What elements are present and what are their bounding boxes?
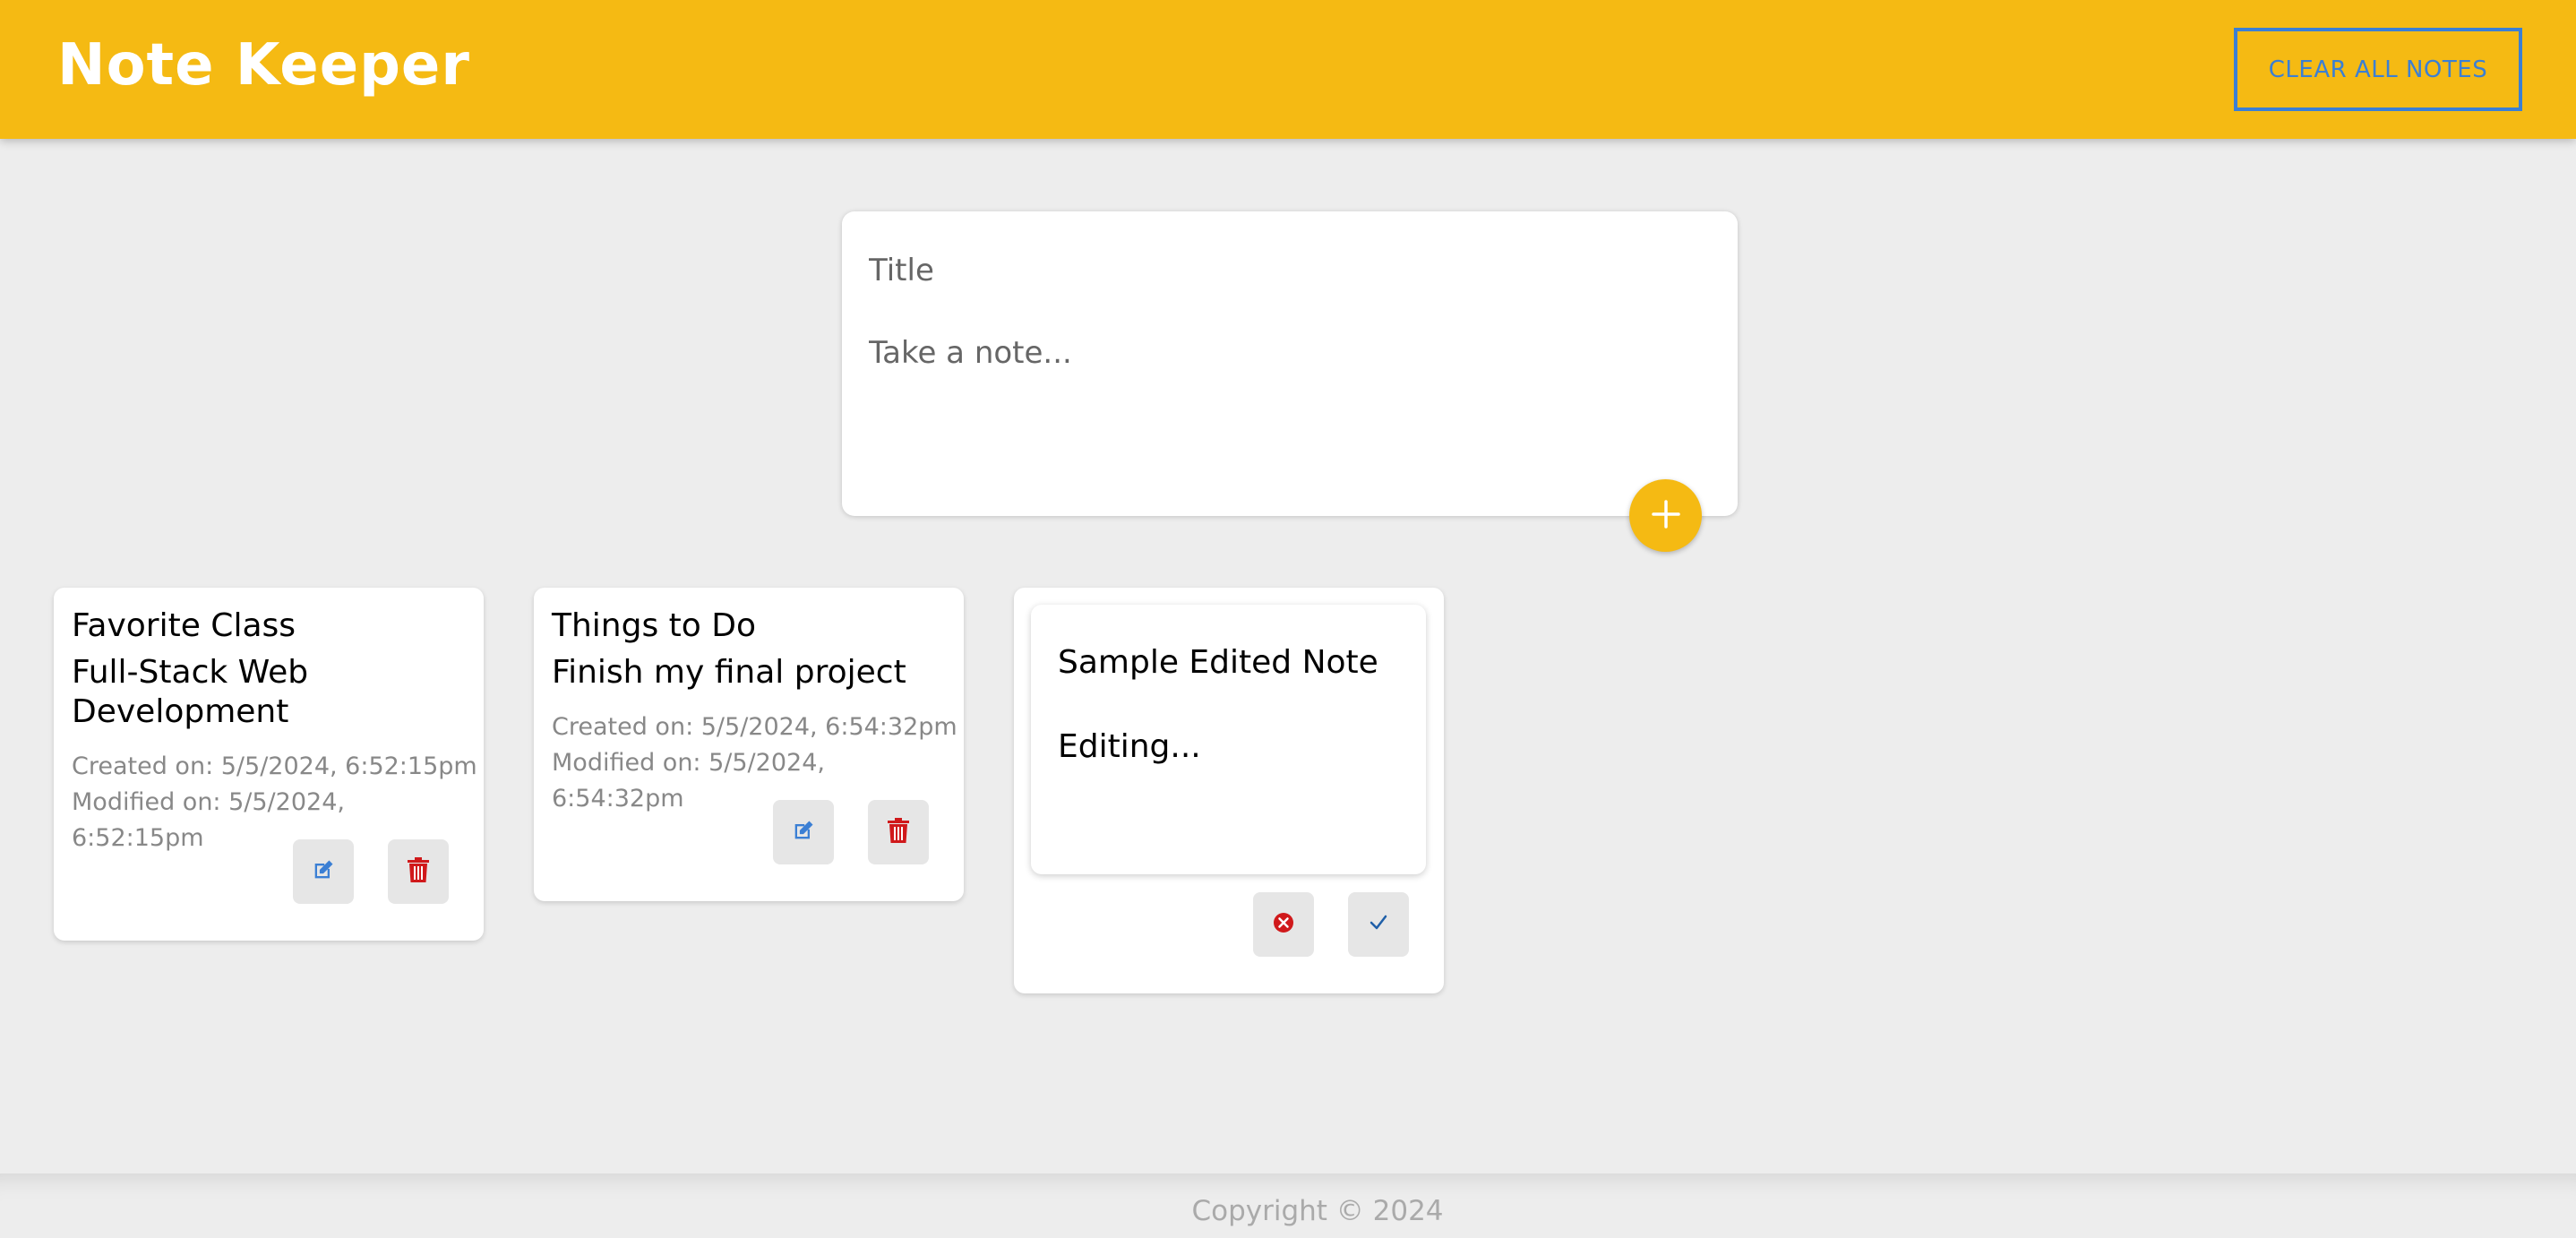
note-composer bbox=[842, 211, 1738, 516]
app-header: Note Keeper CLEAR ALL NOTES bbox=[0, 0, 2576, 139]
note-title: Things to Do bbox=[552, 607, 757, 644]
delete-note-button[interactable] bbox=[868, 800, 929, 864]
app-title: Note Keeper bbox=[57, 32, 470, 99]
note-created-date: Created on: 5/5/2024, 6:52:15pm bbox=[72, 752, 477, 780]
edit-title-input[interactable] bbox=[1058, 637, 1398, 687]
clear-all-notes-button[interactable]: CLEAR ALL NOTES bbox=[2234, 28, 2522, 111]
edit-note-form: Editing... bbox=[1031, 605, 1426, 874]
edit-note-button[interactable] bbox=[773, 800, 834, 864]
edit-icon bbox=[311, 857, 336, 886]
note-body-input[interactable] bbox=[869, 335, 1675, 460]
edit-icon bbox=[791, 818, 816, 847]
copyright-text: Copyright © 2024 bbox=[1191, 1195, 1444, 1227]
check-icon bbox=[1369, 913, 1388, 936]
note-card: Things to Do Finish my final project Cre… bbox=[534, 588, 964, 901]
note-title: Favorite Class bbox=[72, 607, 296, 644]
note-card: Favorite Class Full-Stack Web Developmen… bbox=[54, 588, 484, 941]
note-content: Full-Stack Web Development bbox=[72, 654, 309, 730]
page-footer: Copyright © 2024 bbox=[0, 1174, 2576, 1238]
cancel-edit-button[interactable] bbox=[1253, 892, 1314, 957]
note-content: Finish my final project bbox=[552, 654, 906, 691]
cancel-icon bbox=[1273, 912, 1294, 937]
delete-note-button[interactable] bbox=[388, 839, 449, 904]
plus-icon bbox=[1651, 499, 1681, 533]
edit-body-input[interactable]: Editing... bbox=[1058, 728, 1398, 836]
confirm-edit-button[interactable] bbox=[1348, 892, 1409, 957]
add-note-button[interactable] bbox=[1629, 479, 1702, 552]
trash-icon bbox=[407, 856, 430, 887]
trash-icon bbox=[887, 817, 910, 847]
note-created-date: Created on: 5/5/2024, 6:54:32pm bbox=[552, 713, 957, 741]
edit-note-button[interactable] bbox=[293, 839, 354, 904]
note-title-input[interactable] bbox=[869, 244, 1675, 297]
